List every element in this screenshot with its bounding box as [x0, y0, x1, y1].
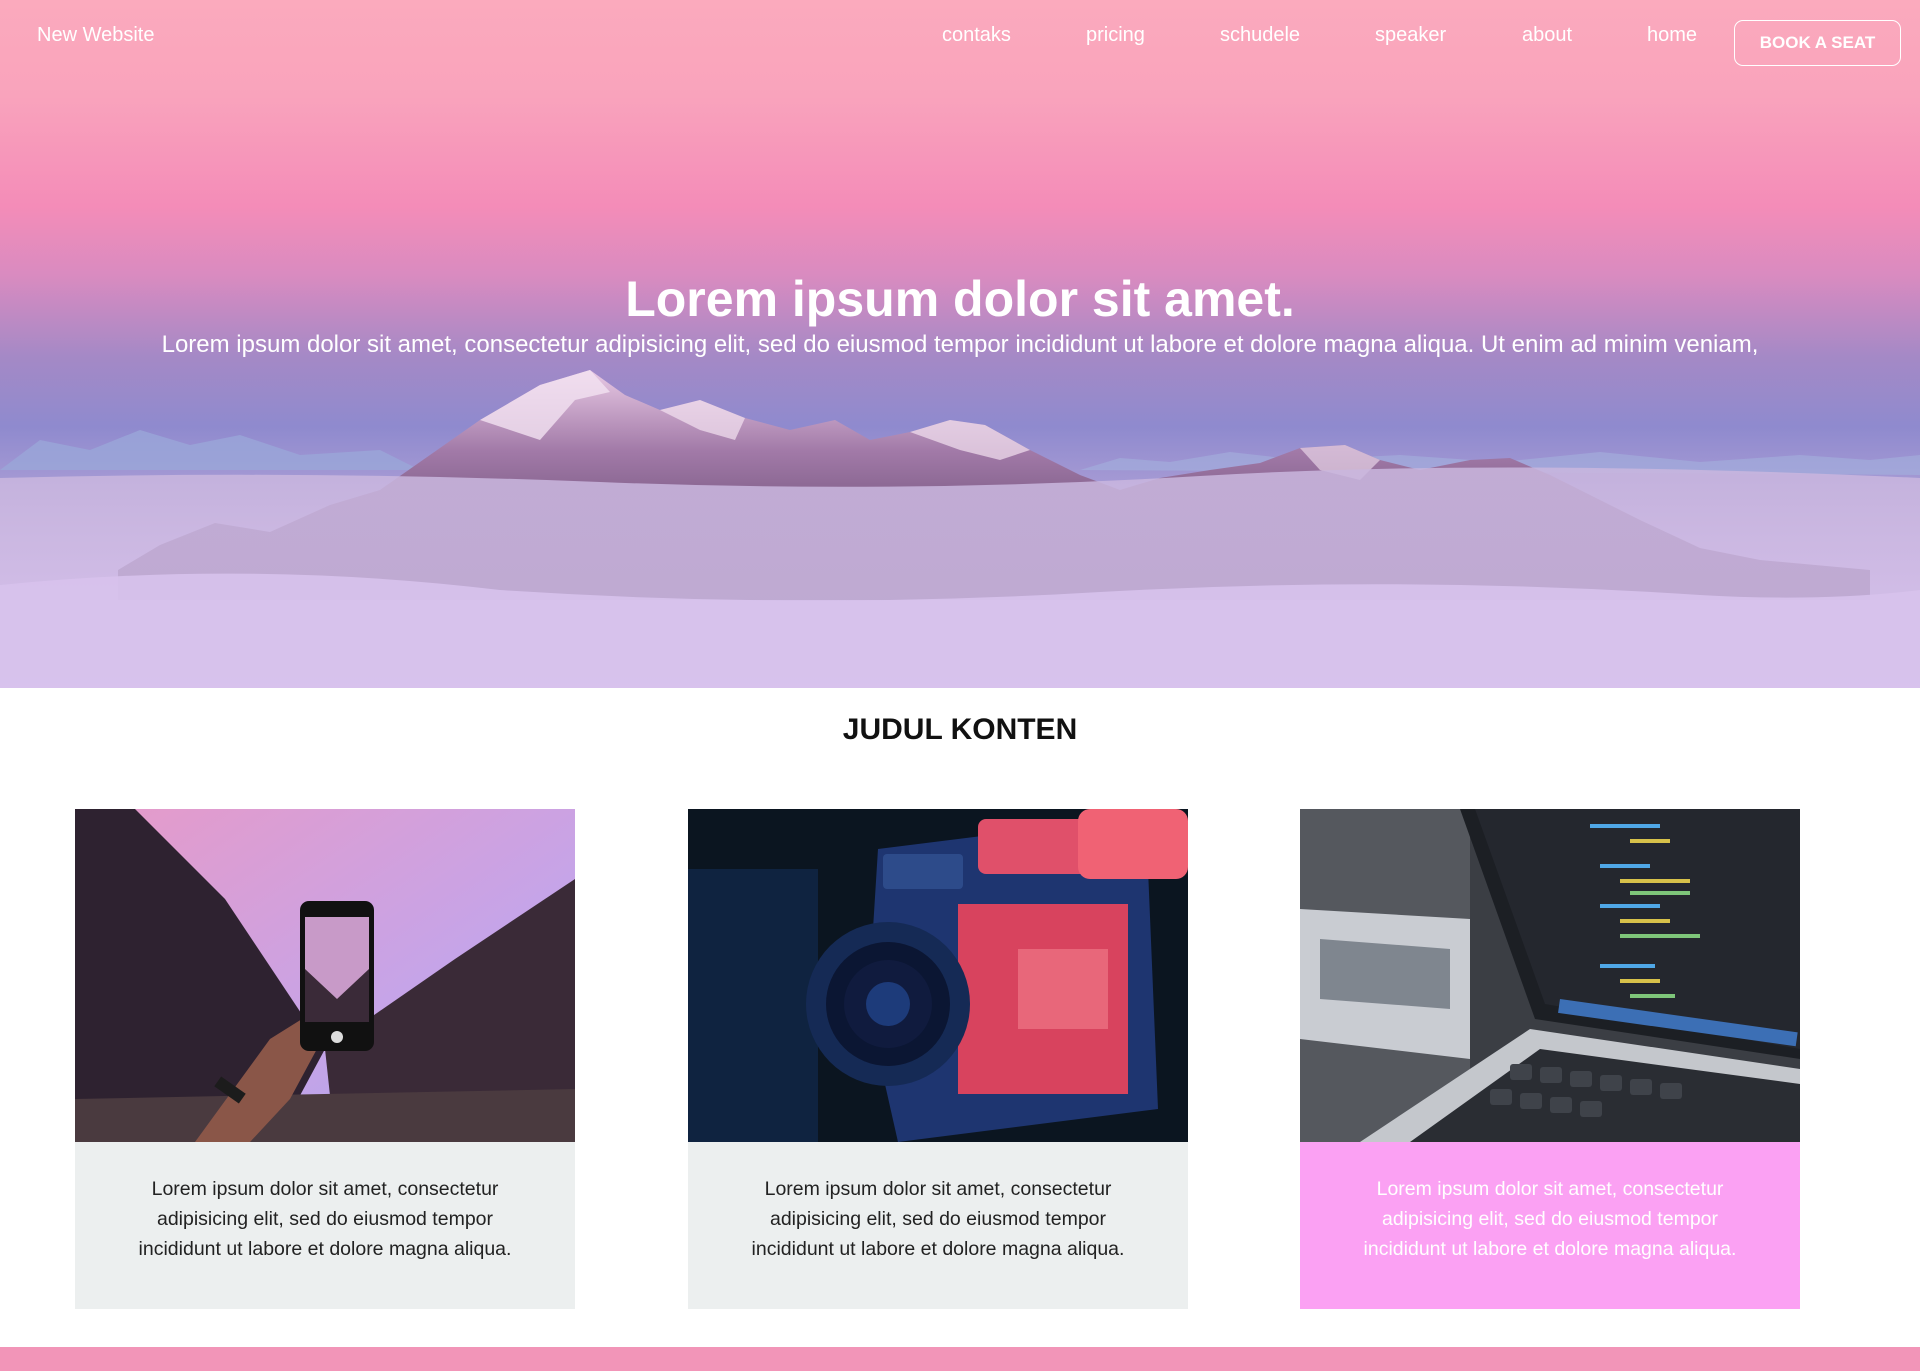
nav-link-contaks[interactable]: contaks — [942, 24, 1011, 47]
nav-link-home[interactable]: home — [1647, 24, 1697, 47]
content-card-2[interactable]: Lorem ipsum dolor sit amet, consectetur … — [688, 809, 1188, 1309]
content-card-3[interactable]: Lorem ipsum dolor sit amet, consectetur … — [1300, 809, 1800, 1309]
card-text: Lorem ipsum dolor sit amet, consectetur … — [75, 1142, 575, 1309]
nav-link-about[interactable]: about — [1522, 24, 1572, 47]
card-text: Lorem ipsum dolor sit amet, consectetur … — [1300, 1142, 1800, 1309]
card-image-phone — [75, 809, 575, 1142]
book-a-seat-button[interactable]: BOOK A SEAT — [1734, 20, 1901, 66]
site-brand[interactable]: New Website — [37, 24, 154, 47]
card-text: Lorem ipsum dolor sit amet, consectetur … — [688, 1142, 1188, 1309]
nav-link-pricing[interactable]: pricing — [1086, 24, 1145, 47]
hero-title: Lorem ipsum dolor sit amet. — [625, 271, 1295, 327]
card-image-laptop — [1300, 809, 1800, 1142]
hero-section: New Website contaks pricing schudele spe… — [0, 0, 1920, 688]
nav-link-schudele[interactable]: schudele — [1220, 24, 1300, 47]
section-title: JUDUL KONTEN — [842, 713, 1078, 746]
top-navbar: New Website contaks pricing schudele spe… — [0, 0, 1920, 72]
content-card-1[interactable]: Lorem ipsum dolor sit amet, consectetur … — [75, 809, 575, 1309]
nav-link-speaker[interactable]: speaker — [1375, 24, 1446, 47]
footer-strip — [0, 1347, 1920, 1371]
card-image-camera — [688, 809, 1188, 1142]
hero-subtitle: Lorem ipsum dolor sit amet, consectetur … — [161, 331, 1759, 358]
